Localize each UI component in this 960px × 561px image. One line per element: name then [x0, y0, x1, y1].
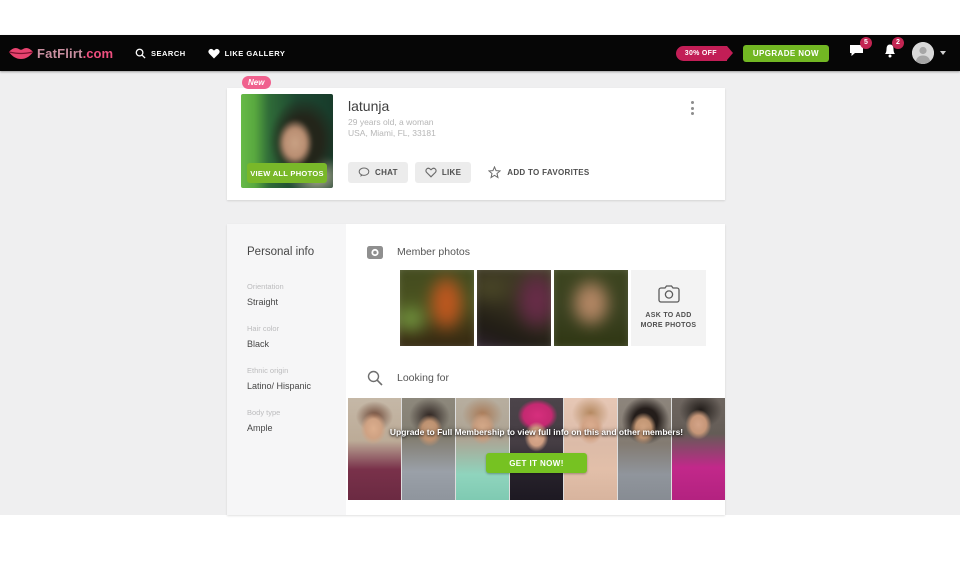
banner-message: Upgrade to Full Membership to view full … — [390, 427, 683, 437]
nav-like-gallery-label: LIKE GALLERY — [225, 49, 286, 58]
notifications-count-badge: 2 — [892, 37, 904, 49]
upgrade-now-button[interactable]: UPGRADE NOW — [743, 45, 829, 62]
member-photos-section-header: Member photos — [346, 245, 725, 259]
add-to-favorites-label: ADD TO FAVORITES — [507, 168, 589, 177]
upgrade-label: UPGRADE NOW — [753, 49, 819, 58]
ask-to-add-more-photos-label: ASK TO ADD MORE PHOTOS — [637, 311, 701, 332]
camera-outline-icon — [658, 285, 680, 303]
person-silhouette-icon — [912, 42, 934, 64]
magnifier-icon — [367, 370, 383, 386]
field-label: Ethnic origin — [247, 366, 334, 375]
camera-icon — [367, 245, 383, 259]
looking-for-title: Looking for — [397, 372, 449, 384]
info-field-orientation: Orientation Straight — [247, 282, 334, 307]
profile-photo[interactable]: VIEW ALL PHOTOS — [241, 94, 333, 188]
notifications-button[interactable]: 2 — [884, 44, 896, 63]
blurred-photo — [477, 270, 551, 346]
looking-for-section-header: Looking for — [346, 370, 725, 386]
caret-down-icon[interactable] — [940, 51, 946, 55]
field-label: Hair color — [247, 324, 334, 333]
blurred-photo — [400, 270, 474, 346]
chat-button[interactable]: CHAT — [348, 162, 408, 183]
kebab-menu-icon[interactable] — [686, 100, 698, 116]
lips-logo-icon — [8, 46, 34, 60]
profile-location-line: USA, Miami, FL, 33181 — [348, 128, 436, 138]
blurred-photo — [554, 270, 628, 346]
logo-tld: .com — [83, 46, 113, 61]
discount-badge[interactable]: 30% OFF — [676, 46, 727, 61]
member-photo[interactable] — [477, 270, 551, 346]
nav-search[interactable]: SEARCH — [135, 48, 186, 59]
nav-search-label: SEARCH — [151, 49, 186, 58]
heart-outline-icon — [425, 167, 437, 178]
logo-name: FatFlirt — [37, 46, 83, 61]
member-photo[interactable] — [400, 270, 474, 346]
profile-content-card: Personal info Orientation Straight Hair … — [227, 224, 725, 515]
personal-info-sidebar: Personal info Orientation Straight Hair … — [227, 224, 346, 515]
sidebar-title: Personal info — [247, 246, 334, 258]
chat-outline-icon — [358, 167, 370, 178]
field-value: Ample — [247, 423, 334, 433]
field-value: Straight — [247, 297, 334, 307]
profile-main-area: Member photos ASK TO ADD MORE PHOTOS — [346, 224, 725, 515]
top-navbar: FatFlirt .com SEARCH LIKE GALLERY 30% OF… — [0, 35, 960, 71]
profile-actions: CHAT LIKE ADD TO FAVORITES — [348, 162, 590, 183]
messages-button[interactable]: 5 — [849, 44, 864, 62]
member-photos-row: ASK TO ADD MORE PHOTOS — [400, 270, 706, 346]
like-button-label: LIKE — [442, 168, 461, 177]
discount-label: 30% OFF — [685, 50, 717, 57]
field-label: Orientation — [247, 282, 334, 291]
like-button[interactable]: LIKE — [415, 162, 471, 183]
site-logo[interactable]: FatFlirt .com — [8, 46, 113, 61]
profile-name: latunja — [348, 98, 389, 114]
add-to-favorites-button[interactable]: ADD TO FAVORITES — [488, 166, 589, 179]
profile-age-line: 29 years old, a woman — [348, 117, 434, 127]
get-it-now-button[interactable]: GET IT NOW! — [486, 453, 587, 473]
info-field-ethnic-origin: Ethnic origin Latino/ Hispanic — [247, 366, 334, 391]
field-value: Latino/ Hispanic — [247, 381, 334, 391]
field-label: Body type — [247, 408, 334, 417]
messages-count-badge: 5 — [860, 37, 872, 49]
field-value: Black — [247, 339, 334, 349]
banner-overlay: Upgrade to Full Membership to view full … — [348, 398, 725, 500]
profile-header-card: VIEW ALL PHOTOS latunja 29 years old, a … — [227, 88, 725, 200]
ask-to-add-more-photos-button[interactable]: ASK TO ADD MORE PHOTOS — [631, 270, 706, 346]
user-avatar[interactable] — [912, 42, 934, 64]
new-member-badge: New — [242, 76, 271, 89]
star-icon — [488, 166, 501, 179]
navbar-right: 30% OFF UPGRADE NOW 5 2 — [676, 42, 946, 64]
nav-like-gallery[interactable]: LIKE GALLERY — [208, 48, 286, 59]
view-all-photos-button[interactable]: VIEW ALL PHOTOS — [247, 163, 327, 183]
upgrade-banner[interactable]: Upgrade to Full Membership to view full … — [348, 398, 725, 500]
search-icon — [135, 48, 146, 59]
member-photos-title: Member photos — [397, 246, 470, 258]
chat-button-label: CHAT — [375, 168, 398, 177]
info-field-hair-color: Hair color Black — [247, 324, 334, 349]
fatflirt-profile-page: FatFlirt .com SEARCH LIKE GALLERY 30% OF… — [0, 0, 960, 561]
info-field-body-type: Body type Ample — [247, 408, 334, 433]
member-photo[interactable] — [554, 270, 628, 346]
heart-icon — [208, 48, 220, 59]
